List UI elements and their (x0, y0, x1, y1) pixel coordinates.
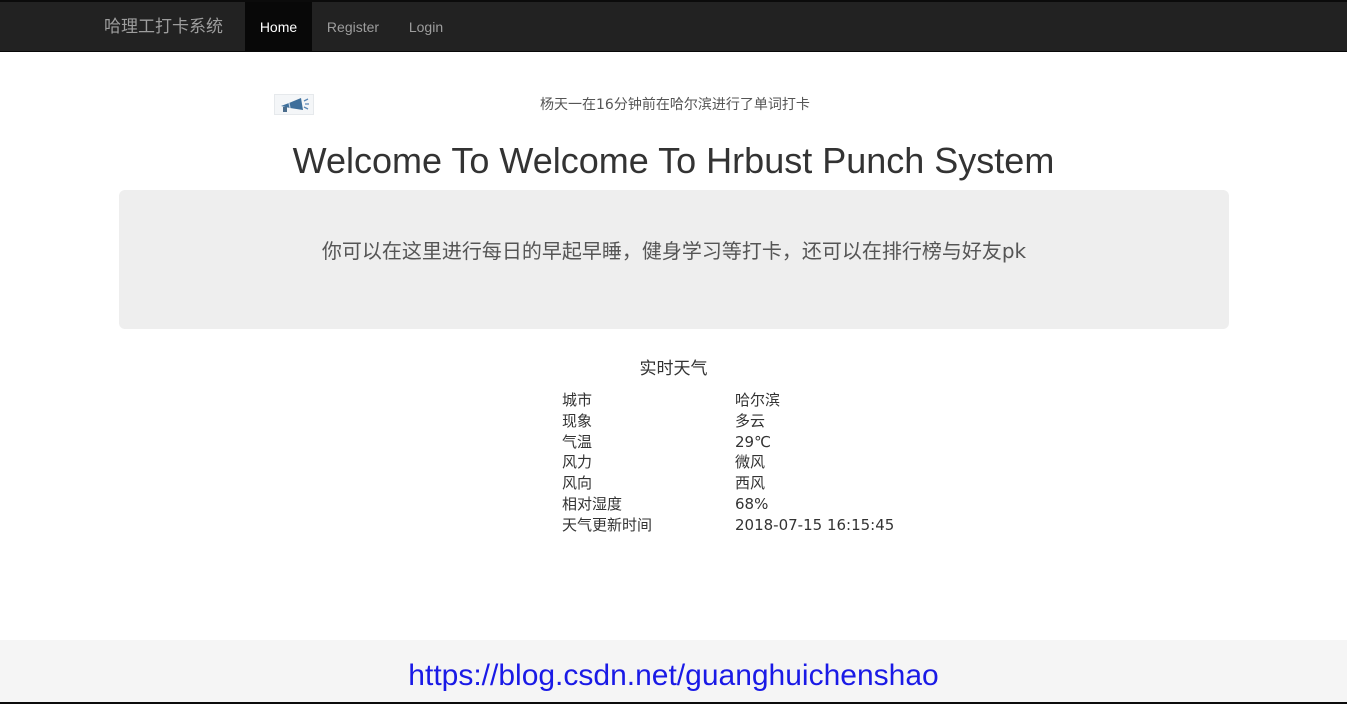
weather-table: 城市 哈尔滨 现象 多云 气温 29℃ 风力 微风 风向 西风 相对湿度 68% 天气更新时… (562, 390, 902, 536)
weather-key: 气温 (562, 432, 593, 451)
weather-key: 现象 (562, 411, 593, 430)
weather-row: 相对湿度 68% (562, 494, 902, 515)
weather-row: 天气更新时间 2018-07-15 16:15:45 (562, 515, 902, 536)
jumbotron: 你可以在这里进行每日的早起早睡，健身学习等打卡，还可以在排行榜与好友pk (119, 190, 1229, 329)
weather-row: 现象 多云 (562, 411, 902, 432)
page-title: Welcome To Welcome To Hrbust Punch Syste… (292, 140, 1055, 181)
jumbotron-text: 你可以在这里进行每日的早起早睡，健身学习等打卡，还可以在排行榜与好友pk (321, 239, 1027, 263)
weather-value: 68% (735, 494, 769, 513)
navbar: 哈理工打卡系统 Home Register Login (0, 2, 1347, 52)
nav-register[interactable]: Register (312, 2, 394, 52)
weather-key: 天气更新时间 (562, 515, 653, 534)
weather-row: 气温 29℃ (562, 432, 902, 453)
weather-key: 城市 (562, 391, 593, 409)
weather-key: 风向 (562, 474, 593, 493)
weather-value: 哈尔滨 (735, 391, 781, 409)
page-frame: 哈理工打卡系统 Home Register Login 杨天一在16分钟前在哈尔… (0, 0, 1347, 704)
announcement-text: 杨天一在16分钟前在哈尔滨进行了单词打卡 (540, 97, 810, 113)
brand-link[interactable]: 哈理工打卡系统 (104, 2, 223, 52)
weather-row: 城市 哈尔滨 (562, 390, 902, 411)
weather-value: 多云 (735, 411, 766, 430)
weather-value: 29℃ (735, 432, 771, 451)
weather-value: 微风 (735, 453, 766, 472)
weather-title: 实时天气 (639, 359, 708, 379)
weather-value: 西风 (735, 474, 766, 493)
nav-login[interactable]: Login (394, 2, 458, 52)
weather-row: 风向 西风 (562, 473, 902, 494)
blog-watermark: https://blog.csdn.net/guanghuichenshao (408, 659, 939, 692)
megaphone-icon (274, 94, 314, 115)
weather-row: 风力 微风 (562, 452, 902, 473)
weather-key: 风力 (562, 453, 593, 472)
weather-value: 2018-07-15 16:15:45 (735, 515, 895, 534)
nav-home[interactable]: Home (245, 2, 312, 52)
footer: https://blog.csdn.net/guanghuichenshao (0, 640, 1347, 702)
weather-key: 相对湿度 (562, 494, 623, 513)
